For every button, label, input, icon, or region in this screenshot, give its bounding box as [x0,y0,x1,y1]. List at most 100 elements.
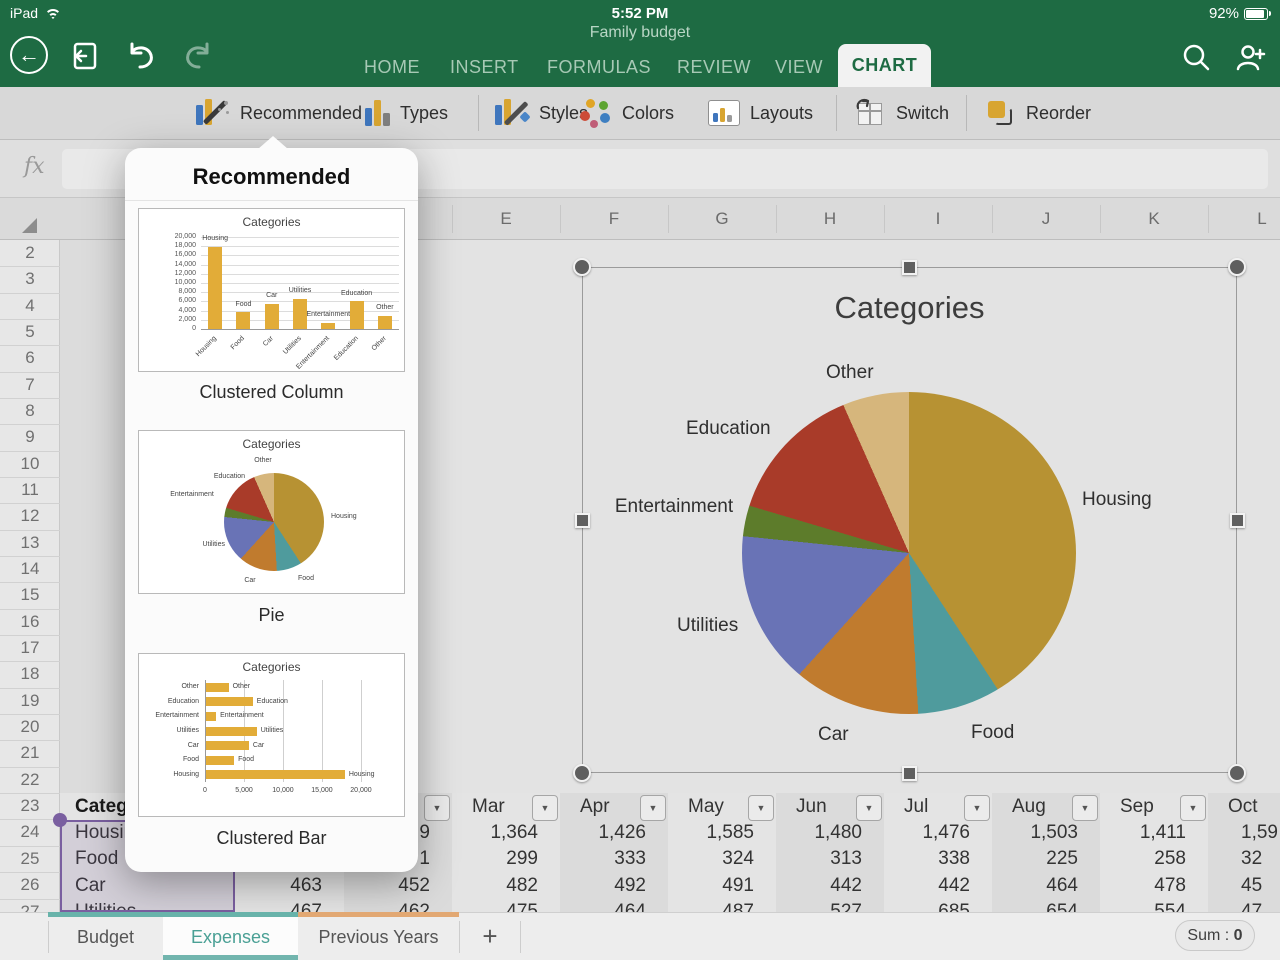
share-file-button[interactable] [66,38,106,78]
column-header-J[interactable]: J [992,198,1100,240]
cell-value[interactable]: 654 [992,899,1078,912]
column-header-H[interactable]: H [776,198,884,240]
cell-value[interactable]: 313 [776,846,862,873]
sheet-tab-budget[interactable]: Budget [48,913,163,960]
cell-value[interactable]: 487 [668,899,754,912]
cell-value[interactable]: 442 [776,873,862,900]
row-header-26[interactable]: 26 [0,872,60,898]
pie-chart[interactable] [742,392,1076,714]
option-clustered-bar[interactable]: Categories 05,00010,00015,00020,000Other… [138,653,405,817]
filter-dropdown-May[interactable]: ▼ [748,795,774,821]
row-header-8[interactable]: 8 [0,398,60,424]
cell-month-Sep[interactable]: Sep [1120,793,1154,820]
cell-value[interactable]: 475 [452,899,538,912]
cell-value[interactable]: 463 [240,873,322,900]
cell-month-May[interactable]: May [688,793,724,820]
cell-value[interactable]: 554 [1100,899,1186,912]
resize-handle-sw[interactable] [573,764,591,782]
tab-home[interactable]: HOME [364,53,420,87]
resize-handle-w[interactable] [575,513,590,528]
row-header-18[interactable]: 18 [0,661,60,687]
filter-dropdown-Aug[interactable]: ▼ [1072,795,1098,821]
styles-button[interactable]: Styles [495,87,588,139]
cell-value[interactable]: 45 [1241,873,1262,900]
option-pie[interactable]: Categories HousingFoodCarUtilitiesEntert… [138,430,405,594]
recommended-button[interactable]: Recommended [196,87,362,139]
cell-month-Apr[interactable]: Apr [580,793,610,820]
filter-dropdown-Jun[interactable]: ▼ [856,795,882,821]
cell-value[interactable]: 492 [560,873,646,900]
cell-value[interactable]: 464 [992,873,1078,900]
tab-view[interactable]: VIEW [775,53,823,87]
select-all-corner[interactable] [22,218,37,233]
cell-month-Jul[interactable]: Jul [904,793,928,820]
resize-handle-n[interactable] [902,260,917,275]
row-header-2[interactable]: 2 [0,240,60,266]
sheet-tab-expenses[interactable]: Expenses [163,913,298,960]
row-header-21[interactable]: 21 [0,740,60,766]
resize-handle-se[interactable] [1228,764,1246,782]
row-header-6[interactable]: 6 [0,345,60,371]
filter-dropdown-Sep[interactable]: ▼ [1180,795,1206,821]
row-header-4[interactable]: 4 [0,293,60,319]
cell-month-Jun[interactable]: Jun [796,793,827,820]
cell-value[interactable]: 491 [668,873,754,900]
cell-value[interactable]: 1,426 [560,820,646,847]
row-header-5[interactable]: 5 [0,319,60,345]
row-header-17[interactable]: 17 [0,635,60,661]
row-header-16[interactable]: 16 [0,609,60,635]
cell-value[interactable]: 1,59 [1241,820,1278,847]
selection-handle[interactable] [53,813,67,827]
cell-value[interactable]: 452 [344,873,430,900]
row-header-15[interactable]: 15 [0,582,60,608]
row-header-14[interactable]: 14 [0,556,60,582]
reorder-button[interactable]: Reorder [986,87,1091,139]
cell-month-Aug[interactable]: Aug [1012,793,1046,820]
layouts-button[interactable]: Layouts [708,87,813,139]
tab-review[interactable]: REVIEW [677,53,751,87]
row-header-11[interactable]: 11 [0,477,60,503]
cell-value[interactable]: 258 [1100,846,1186,873]
resize-handle-nw[interactable] [573,258,591,276]
cell-value[interactable]: 1,585 [668,820,754,847]
row-header-19[interactable]: 19 [0,688,60,714]
cell-value[interactable]: 462 [344,899,430,912]
tab-chart-active[interactable]: CHART [838,44,931,87]
cell-month-Oct[interactable]: Oct [1228,793,1258,820]
filter-dropdown-C[interactable]: ▼ [424,795,450,821]
cell-value[interactable]: 47 [1241,899,1262,912]
row-header-23[interactable]: 23 [0,793,60,819]
tab-formulas[interactable]: FORMULAS [547,53,651,87]
filter-dropdown-Apr[interactable]: ▼ [640,795,666,821]
cell-value[interactable]: 1,480 [776,820,862,847]
option-clustered-column[interactable]: Categories 20,00018,00016,00014,00012,00… [138,208,405,372]
switch-button[interactable]: Switch [856,87,949,139]
cell-value[interactable]: 482 [452,873,538,900]
cell-month-Mar[interactable]: Mar [472,793,505,820]
cell-value[interactable]: 1,476 [884,820,970,847]
row-header-22[interactable]: 22 [0,767,60,793]
sum-badge[interactable]: Sum : 0 [1175,920,1255,951]
cell-value[interactable]: 442 [884,873,970,900]
row-header-3[interactable]: 3 [0,266,60,292]
resize-handle-s[interactable] [902,766,917,781]
row-header-25[interactable]: 25 [0,846,60,872]
column-header-G[interactable]: G [668,198,776,240]
filter-dropdown-Mar[interactable]: ▼ [532,795,558,821]
filter-dropdown-Jul[interactable]: ▼ [964,795,990,821]
row-header-7[interactable]: 7 [0,372,60,398]
cell-value[interactable]: 527 [776,899,862,912]
add-sheet-button[interactable]: + [460,913,520,960]
cell-value[interactable]: 467 [240,899,322,912]
colors-button[interactable]: Colors [578,87,674,139]
cell-value[interactable]: 464 [560,899,646,912]
column-header-L[interactable]: L [1208,198,1280,240]
cell-value[interactable]: 1,503 [992,820,1078,847]
tab-insert[interactable]: INSERT [450,53,519,87]
undo-button[interactable] [123,38,163,78]
row-header-13[interactable]: 13 [0,530,60,556]
row-header-9[interactable]: 9 [0,424,60,450]
types-button[interactable]: Types [365,87,448,139]
cell-value[interactable]: 324 [668,846,754,873]
row-header-10[interactable]: 10 [0,451,60,477]
